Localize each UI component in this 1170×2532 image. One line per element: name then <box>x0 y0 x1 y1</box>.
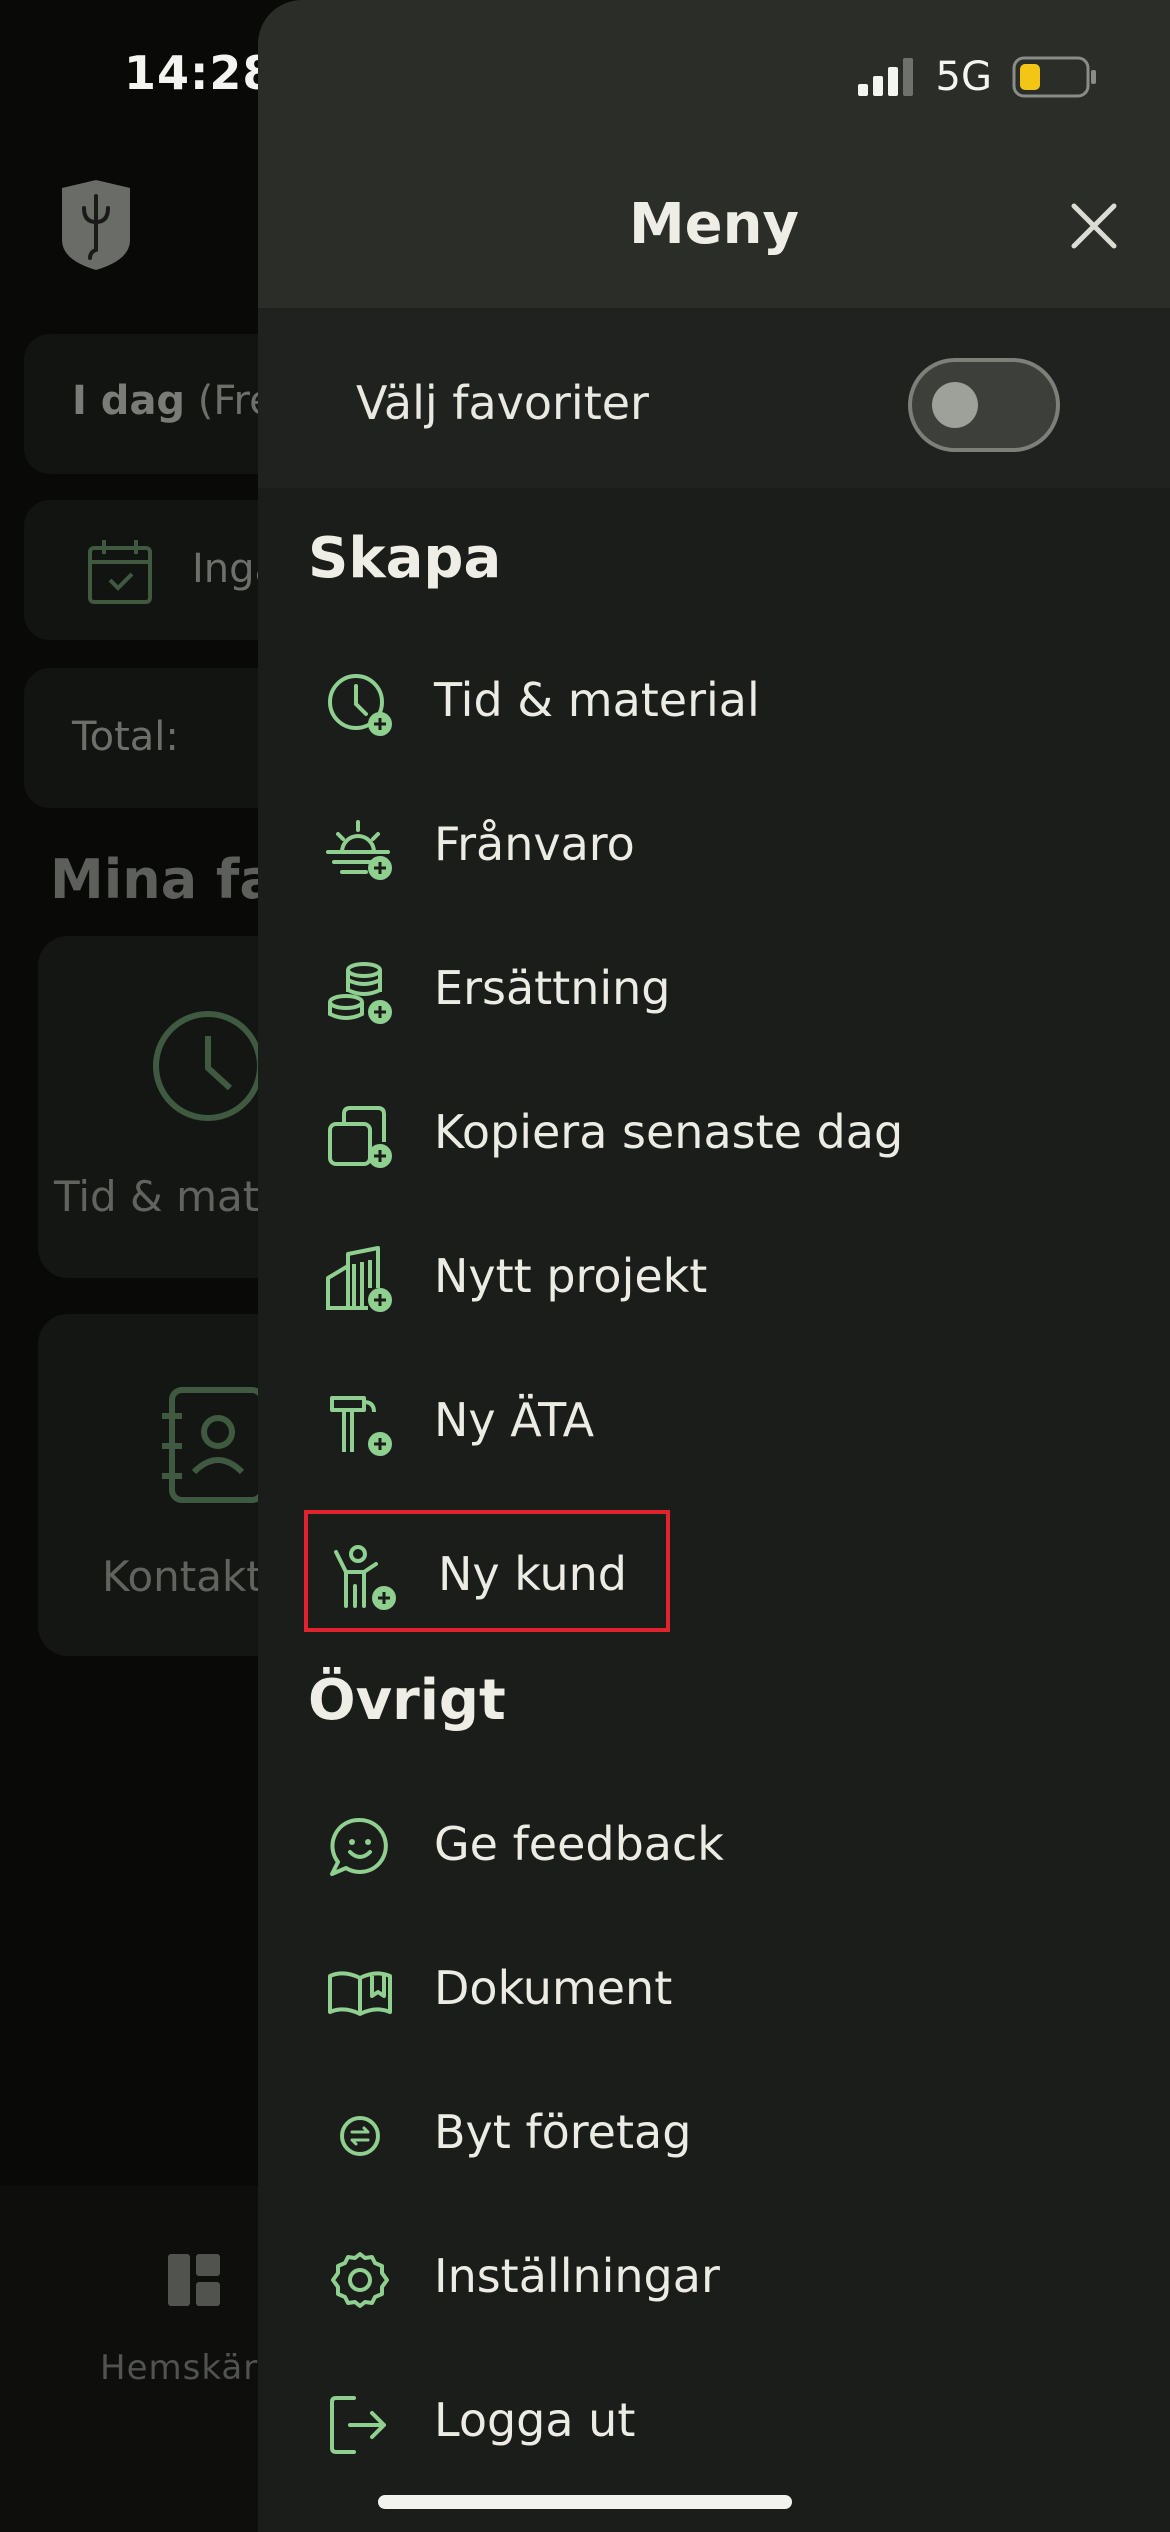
menu-item-copy-last-day[interactable]: Kopiera senaste dag <box>304 1072 929 1194</box>
total-label: Total: <box>72 714 179 760</box>
copy-plus-icon <box>328 1106 392 1168</box>
menu-item-label: Nytt projekt <box>434 1249 708 1303</box>
sunrise-plus-icon <box>326 820 392 880</box>
menu-item-label: Ge feedback <box>434 1817 724 1871</box>
section-title-create: Skapa <box>308 526 502 591</box>
menu-item-switch-company[interactable]: Byt företag <box>304 2072 929 2194</box>
app-logo-icon <box>62 180 130 270</box>
menu-item-label: Ny ÄTA <box>434 1393 595 1447</box>
menu-item-label: Dokument <box>434 1961 673 2015</box>
menu-item-label: Tid & material <box>434 673 760 727</box>
tab-home[interactable]: Hemskär <box>100 2348 258 2388</box>
contact-book-icon <box>162 1387 265 1503</box>
today-label: I dag <box>72 378 186 424</box>
menu-item-logout[interactable]: Logga ut <box>304 2360 929 2482</box>
menu-item-settings[interactable]: Inställningar <box>304 2216 929 2338</box>
calendar-icon <box>88 540 152 604</box>
fav-tile-label: Kontakt <box>102 1552 263 1601</box>
menu-item-time-material[interactable]: Tid & material <box>304 640 929 762</box>
chat-smile-icon <box>330 1817 388 1876</box>
menu-item-new-project[interactable]: Nytt projekt <box>304 1216 929 1338</box>
buildings-plus-icon <box>326 1246 392 1312</box>
status-time: 14:28 <box>124 46 276 100</box>
menu-item-new-customer[interactable]: Ny kund <box>304 1510 670 1632</box>
network-label: 5G <box>935 54 992 100</box>
clock-icon <box>153 1011 263 1121</box>
menu-item-absence[interactable]: Frånvaro <box>304 784 929 906</box>
section-title-other: Övrigt <box>308 1668 506 1733</box>
status-indicators: 5G <box>857 54 1098 100</box>
menu-item-label: Frånvaro <box>434 817 635 871</box>
logout-icon <box>330 2396 386 2454</box>
clock-plus-icon <box>328 674 392 736</box>
battery-icon <box>1012 56 1096 98</box>
menu-item-label: Logga ut <box>434 2393 636 2447</box>
favorites-title: Mina fa <box>50 848 276 911</box>
swap-circle-icon <box>340 2116 380 2156</box>
tools-plus-icon <box>330 1396 392 1456</box>
menu-item-feedback[interactable]: Ge feedback <box>304 1784 929 1906</box>
menu-item-label: Inställningar <box>434 2249 720 2303</box>
coins-plus-icon <box>328 962 392 1024</box>
toggle-knob <box>932 382 978 428</box>
signal-icon <box>857 58 913 96</box>
menu-item-label: Ny kund <box>438 1547 627 1601</box>
gear-icon <box>331 2252 389 2308</box>
menu-item-new-ata[interactable]: Ny ÄTA <box>304 1360 929 1482</box>
home-indicator[interactable] <box>378 2495 792 2509</box>
fav-tile-label: Tid & mat <box>54 1172 260 1221</box>
menu-item-label: Ersättning <box>434 961 671 1015</box>
menu-item-label: Kopiera senaste dag <box>434 1105 904 1159</box>
favorites-toggle-label: Välj favoriter <box>356 376 649 430</box>
menu-item-compensation[interactable]: Ersättning <box>304 928 929 1050</box>
book-open-icon <box>328 1971 392 2016</box>
close-icon[interactable] <box>1064 196 1124 256</box>
drawer-title: Meny <box>628 192 800 257</box>
drawer-header <box>258 0 1170 308</box>
menu-item-label: Byt företag <box>434 2105 692 2159</box>
person-plus-icon <box>334 1545 396 1610</box>
favorites-toggle[interactable] <box>908 358 1060 452</box>
menu-drawer: 5G Meny Välj favoriter Skapa Tid & mater… <box>258 0 1170 2532</box>
menu-item-documents[interactable]: Dokument <box>304 1928 929 2050</box>
dashboard-icon <box>168 2254 220 2306</box>
